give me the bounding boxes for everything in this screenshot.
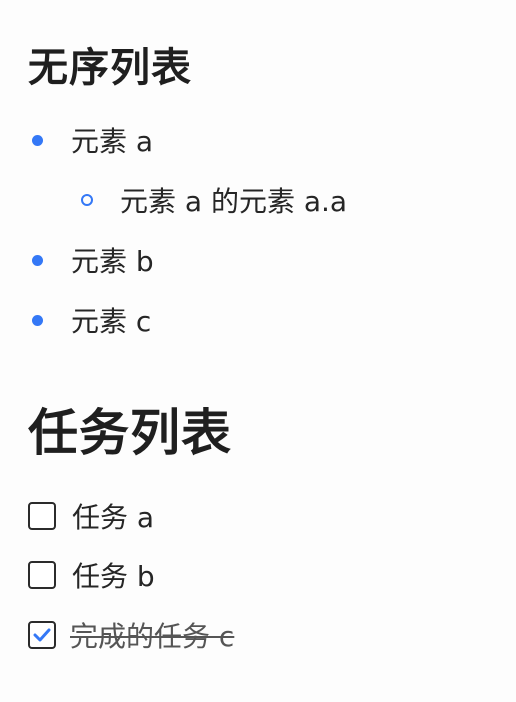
list-item-label: 元素 b — [71, 245, 154, 278]
task-item-completed: 完成的任务 c — [28, 615, 234, 655]
task-label-completed: 完成的任务 c — [70, 620, 235, 653]
task-item: 任务 b — [28, 555, 155, 595]
task-label: 任务 b — [72, 560, 155, 593]
list-item-label: 元素 a 的元素 a.a — [120, 185, 348, 218]
task-checkbox[interactable] — [28, 561, 56, 589]
task-item: 任务 a — [28, 496, 154, 536]
task-label: 任务 a — [72, 501, 155, 534]
list-item-label: 元素 a — [71, 125, 154, 158]
task-checkbox[interactable] — [28, 502, 56, 530]
heading-unordered-list: 无序列表 — [28, 45, 192, 91]
bullet-icon — [32, 314, 43, 326]
bullet-icon — [32, 254, 43, 266]
list-item: 元素 b — [32, 240, 154, 280]
list-item: 元素 a — [32, 120, 153, 160]
nested-list-item: 元素 a 的元素 a.a — [81, 180, 347, 220]
list-item: 元素 c — [32, 300, 151, 340]
markdown-preview: 无序列表 元素 a 元素 a 的元素 a.a 元素 b 元素 c 任务列表 任务… — [0, 0, 516, 702]
task-checkbox-checked[interactable] — [28, 621, 56, 649]
sub-bullet-icon — [81, 194, 93, 206]
heading-task-list: 任务列表 — [28, 404, 232, 462]
checkmark-icon — [33, 628, 51, 642]
bullet-icon — [32, 134, 43, 146]
list-item-label: 元素 c — [71, 305, 152, 338]
